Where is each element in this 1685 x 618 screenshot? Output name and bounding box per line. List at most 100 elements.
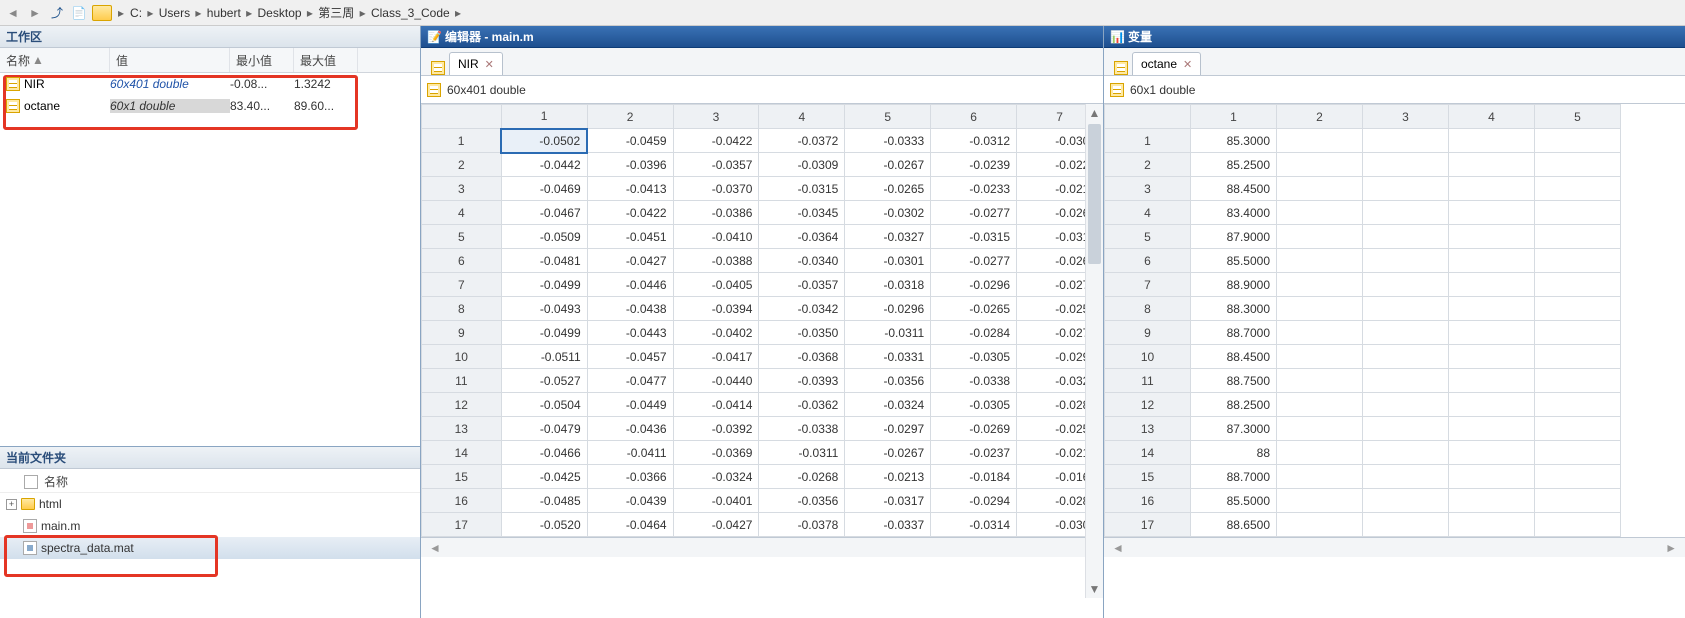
cell[interactable] [1535, 273, 1621, 297]
expand-icon[interactable]: + [6, 499, 17, 510]
cell[interactable]: -0.0327 [845, 225, 931, 249]
cell[interactable] [1363, 345, 1449, 369]
cell[interactable] [1363, 153, 1449, 177]
cell[interactable] [1277, 129, 1363, 153]
cell[interactable] [1363, 321, 1449, 345]
workspace-row[interactable]: NIR 60x401 double -0.08... 1.3242 [0, 73, 420, 95]
file-row[interactable]: spectra_data.mat [0, 537, 420, 559]
cell[interactable]: -0.0315 [759, 177, 845, 201]
cell[interactable]: 88.3000 [1191, 297, 1277, 321]
row-header[interactable]: 9 [1105, 321, 1191, 345]
cell[interactable]: -0.0417 [673, 345, 759, 369]
cell[interactable] [1449, 465, 1535, 489]
scroll-left-icon[interactable]: ◄ [429, 541, 441, 555]
cell[interactable]: 88.7500 [1191, 369, 1277, 393]
cell[interactable]: 88 [1191, 441, 1277, 465]
cell[interactable]: -0.0338 [931, 369, 1017, 393]
cell[interactable] [1535, 129, 1621, 153]
cell[interactable] [1449, 177, 1535, 201]
cell[interactable] [1535, 369, 1621, 393]
cell[interactable]: -0.0527 [501, 369, 587, 393]
cell[interactable]: -0.0213 [845, 465, 931, 489]
cell[interactable] [1277, 513, 1363, 537]
cell[interactable]: -0.0284 [931, 321, 1017, 345]
col-header[interactable]: 4 [759, 105, 845, 129]
row-header[interactable]: 5 [1105, 225, 1191, 249]
cell[interactable] [1535, 441, 1621, 465]
cell[interactable] [1449, 513, 1535, 537]
row-header[interactable]: 3 [1105, 177, 1191, 201]
cell[interactable] [1449, 273, 1535, 297]
cell[interactable]: 85.3000 [1191, 129, 1277, 153]
row-header[interactable]: 10 [1105, 345, 1191, 369]
cell[interactable] [1363, 465, 1449, 489]
breadcrumb-item[interactable]: hubert [207, 6, 241, 20]
cell[interactable]: -0.0357 [759, 273, 845, 297]
cell[interactable] [1449, 345, 1535, 369]
col-name[interactable]: 名称 [6, 52, 30, 69]
cell[interactable] [1535, 225, 1621, 249]
cell[interactable]: -0.0520 [501, 513, 587, 537]
breadcrumb-item[interactable]: C: [130, 6, 142, 20]
cell[interactable]: -0.0466 [501, 441, 587, 465]
cell[interactable]: -0.0297 [845, 417, 931, 441]
cell[interactable] [1363, 417, 1449, 441]
cell[interactable] [1363, 441, 1449, 465]
cell[interactable] [1277, 417, 1363, 441]
row-header[interactable]: 16 [1105, 489, 1191, 513]
cell[interactable]: -0.0233 [931, 177, 1017, 201]
cell[interactable]: -0.0340 [759, 249, 845, 273]
col-max[interactable]: 最大值 [294, 48, 358, 72]
cell[interactable]: 85.2500 [1191, 153, 1277, 177]
cell[interactable]: -0.0449 [587, 393, 673, 417]
cell[interactable]: -0.0477 [587, 369, 673, 393]
cell[interactable]: -0.0388 [673, 249, 759, 273]
cell[interactable]: -0.0309 [759, 153, 845, 177]
cell[interactable] [1277, 177, 1363, 201]
cell[interactable] [1277, 225, 1363, 249]
cell[interactable]: -0.0457 [587, 345, 673, 369]
cell[interactable] [1535, 297, 1621, 321]
cell[interactable]: -0.0317 [845, 489, 931, 513]
cell[interactable]: -0.0356 [759, 489, 845, 513]
cell[interactable]: -0.0427 [587, 249, 673, 273]
cell[interactable] [1363, 273, 1449, 297]
cell[interactable]: 83.4000 [1191, 201, 1277, 225]
cell[interactable]: -0.0499 [501, 273, 587, 297]
cell[interactable]: -0.0451 [587, 225, 673, 249]
cell[interactable]: -0.0372 [759, 129, 845, 153]
cell[interactable]: -0.0337 [845, 513, 931, 537]
cell[interactable]: -0.0502 [501, 129, 587, 153]
file-row[interactable]: +html [0, 493, 420, 515]
cell[interactable]: 88.7000 [1191, 321, 1277, 345]
cell[interactable]: -0.0485 [501, 489, 587, 513]
row-header[interactable]: 7 [422, 273, 502, 297]
close-icon[interactable]: ✕ [1183, 58, 1192, 71]
scroll-right-icon[interactable]: ► [1665, 541, 1677, 555]
cell[interactable]: -0.0402 [673, 321, 759, 345]
cell[interactable]: 88.9000 [1191, 273, 1277, 297]
close-icon[interactable]: ✕ [485, 58, 494, 71]
cell[interactable]: 88.7000 [1191, 465, 1277, 489]
row-header[interactable]: 14 [422, 441, 502, 465]
scroll-thumb[interactable] [1088, 124, 1101, 264]
cell[interactable] [1449, 297, 1535, 321]
cell[interactable]: -0.0442 [501, 153, 587, 177]
cell[interactable]: 85.5000 [1191, 489, 1277, 513]
cell[interactable]: 88.4500 [1191, 177, 1277, 201]
row-header[interactable]: 4 [422, 201, 502, 225]
cell[interactable]: -0.0440 [673, 369, 759, 393]
cell[interactable]: 85.5000 [1191, 249, 1277, 273]
cell[interactable]: -0.0318 [845, 273, 931, 297]
breadcrumb-item[interactable]: 第三周 [318, 6, 354, 20]
row-header[interactable]: 12 [1105, 393, 1191, 417]
col-header[interactable]: 2 [587, 105, 673, 129]
cell[interactable]: -0.0294 [931, 489, 1017, 513]
row-header[interactable]: 8 [422, 297, 502, 321]
row-header[interactable]: 6 [422, 249, 502, 273]
cell[interactable]: -0.0368 [759, 345, 845, 369]
row-header[interactable]: 15 [1105, 465, 1191, 489]
cell[interactable]: -0.0396 [587, 153, 673, 177]
col-header[interactable]: 5 [1535, 105, 1621, 129]
scrollbar-v[interactable]: ▲ ▼ [1085, 104, 1103, 598]
